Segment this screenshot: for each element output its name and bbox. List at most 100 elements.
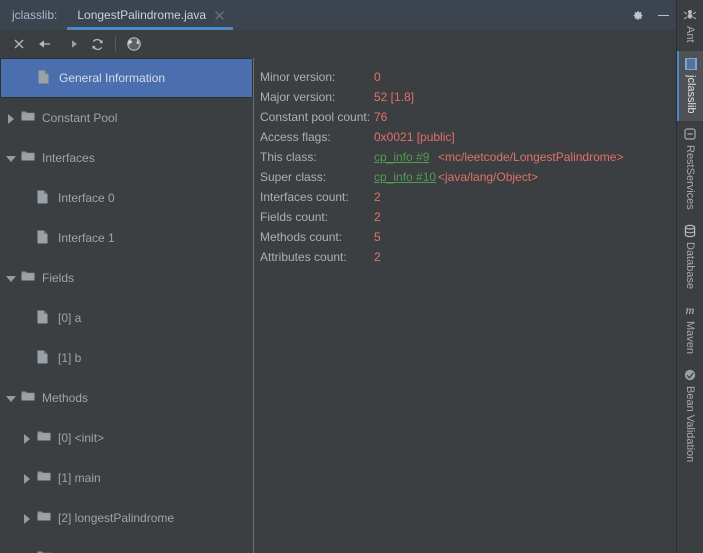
file-icon xyxy=(37,310,51,326)
detail-value: 52 [1.8] xyxy=(374,90,414,104)
tree-item-label: [1] b xyxy=(58,351,81,365)
twisty-placeholder xyxy=(22,233,33,244)
folder-icon xyxy=(21,270,35,286)
tree-item-interfaces[interactable]: Interfaces xyxy=(0,138,253,178)
tab-label: LongestPalindrome.java xyxy=(77,8,206,22)
forward-button[interactable] xyxy=(58,31,84,57)
detail-label: Major version: xyxy=(260,90,374,104)
browse-button[interactable] xyxy=(121,31,147,57)
refresh-icon xyxy=(90,37,105,52)
tree-item-fields[interactable]: Fields xyxy=(0,258,253,298)
database-icon xyxy=(683,224,697,238)
close-button[interactable] xyxy=(6,31,32,57)
file-icon xyxy=(37,190,51,206)
tool-button-bean-validation[interactable]: Bean Validation xyxy=(677,362,703,470)
twisty-placeholder xyxy=(22,313,33,324)
tree-item-constant-pool[interactable]: Constant Pool xyxy=(0,98,253,138)
twisty-placeholder xyxy=(22,353,33,364)
detail-description: <mc/leetcode/LongestPalindrome> xyxy=(438,150,623,164)
tree-item-0-a[interactable]: [0] a xyxy=(0,298,253,338)
content-split: General Information Constant Pool Interfac… xyxy=(0,58,676,553)
folder-icon xyxy=(21,390,35,406)
tree-item-label: [1] main xyxy=(58,471,101,485)
tool-button-label: RestServices xyxy=(684,145,696,210)
rest-icon xyxy=(683,127,697,141)
action-toolbar xyxy=(0,30,676,58)
tree-item-label: General Information xyxy=(59,71,165,85)
detail-row: Constant pool count:76 xyxy=(260,107,676,127)
detail-label: This class: xyxy=(260,150,374,164)
detail-value: 76 xyxy=(374,110,387,124)
detail-value: 0 xyxy=(374,70,381,84)
back-button[interactable] xyxy=(32,31,58,57)
tab-longestpalindrome[interactable]: LongestPalindrome.java xyxy=(67,0,233,30)
detail-row: Super class:cp_info #10<java/lang/Object… xyxy=(260,167,676,187)
tool-button-jclasslib[interactable]: jclasslib xyxy=(677,51,703,122)
twisty-placeholder xyxy=(22,193,33,204)
tree-item-2-longestpalindrome[interactable]: [2] longestPalindrome xyxy=(0,498,253,538)
detail-row: Access flags:0x0021 [public] xyxy=(260,127,676,147)
tool-button-maven[interactable]: mMaven xyxy=(677,297,703,362)
detail-label: Minor version: xyxy=(260,70,374,84)
tab-bar: jclasslib: LongestPalindrome.java xyxy=(0,0,676,30)
close-icon xyxy=(12,37,26,51)
tool-button-label: Ant xyxy=(684,26,696,43)
tool-window-label: jclasslib: xyxy=(0,8,67,22)
tool-button-ant[interactable]: Ant xyxy=(677,2,703,51)
constant-pool-link[interactable]: cp_info #10 xyxy=(374,170,438,184)
class-structure-tree[interactable]: General Information Constant Pool Interfac… xyxy=(0,58,253,553)
jclasslib-icon xyxy=(684,57,698,71)
detail-value: 2 xyxy=(374,210,381,224)
chevron-down-icon[interactable] xyxy=(6,273,17,284)
tool-button-restservices[interactable]: RestServices xyxy=(677,121,703,218)
tree-item-interface-0[interactable]: Interface 0 xyxy=(0,178,253,218)
tree-item-label: Fields xyxy=(42,271,74,285)
tree-item-1-main[interactable]: [1] main xyxy=(0,458,253,498)
tree-item-0-init[interactable]: [0] <init> xyxy=(0,418,253,458)
globe-icon xyxy=(126,36,142,52)
maven-icon: m xyxy=(683,303,697,317)
chevron-right-icon[interactable] xyxy=(6,113,17,124)
tree-item-3-addf[interactable]: [3] addf xyxy=(0,538,253,553)
close-icon[interactable] xyxy=(214,10,225,21)
chevron-down-icon[interactable] xyxy=(6,393,17,404)
twisty-placeholder xyxy=(23,73,34,84)
ant-icon xyxy=(683,8,697,22)
detail-value: 2 xyxy=(374,250,381,264)
tree-item-1-b[interactable]: [1] b xyxy=(0,338,253,378)
detail-label: Fields count: xyxy=(260,210,374,224)
chevron-right-icon[interactable] xyxy=(22,513,33,524)
detail-label: Access flags: xyxy=(260,130,374,144)
file-icon xyxy=(37,350,51,366)
detail-row: Methods count:5 xyxy=(260,227,676,247)
tool-button-label: Database xyxy=(684,242,696,289)
right-tool-strip: Ant jclasslib RestServices Database mMaven Be… xyxy=(676,0,703,553)
settings-button[interactable] xyxy=(624,0,650,30)
general-information-panel: Minor version:0Major version:52 [1.8]Con… xyxy=(254,58,676,553)
tree-item-label: [0] <init> xyxy=(58,431,104,445)
folder-icon xyxy=(21,110,35,126)
reload-button[interactable] xyxy=(84,31,110,57)
chevron-right-icon[interactable] xyxy=(22,433,33,444)
chevron-right-icon[interactable] xyxy=(22,473,33,484)
tree-item-label: Constant Pool xyxy=(42,111,117,125)
jclasslib-window: jclasslib: LongestPalindrome.java xyxy=(0,0,703,553)
minimize-button[interactable] xyxy=(650,0,676,30)
detail-label: Super class: xyxy=(260,170,374,184)
tree-item-general-information[interactable]: General Information xyxy=(0,58,253,98)
tree-item-methods[interactable]: Methods xyxy=(0,378,253,418)
detail-row: Major version:52 [1.8] xyxy=(260,87,676,107)
detail-row: Fields count:2 xyxy=(260,207,676,227)
file-icon xyxy=(37,230,51,246)
constant-pool-link[interactable]: cp_info #9 xyxy=(374,150,438,164)
detail-label: Attributes count: xyxy=(260,250,374,264)
tool-button-database[interactable]: Database xyxy=(677,218,703,297)
tool-button-label: Bean Validation xyxy=(684,386,696,462)
detail-value: 5 xyxy=(374,230,381,244)
tree-item-label: [2] longestPalindrome xyxy=(58,511,174,525)
tree-item-label: Interface 1 xyxy=(58,231,115,245)
tree-item-interface-1[interactable]: Interface 1 xyxy=(0,218,253,258)
bean-icon xyxy=(683,368,697,382)
folder-icon xyxy=(37,470,51,486)
chevron-down-icon[interactable] xyxy=(6,153,17,164)
